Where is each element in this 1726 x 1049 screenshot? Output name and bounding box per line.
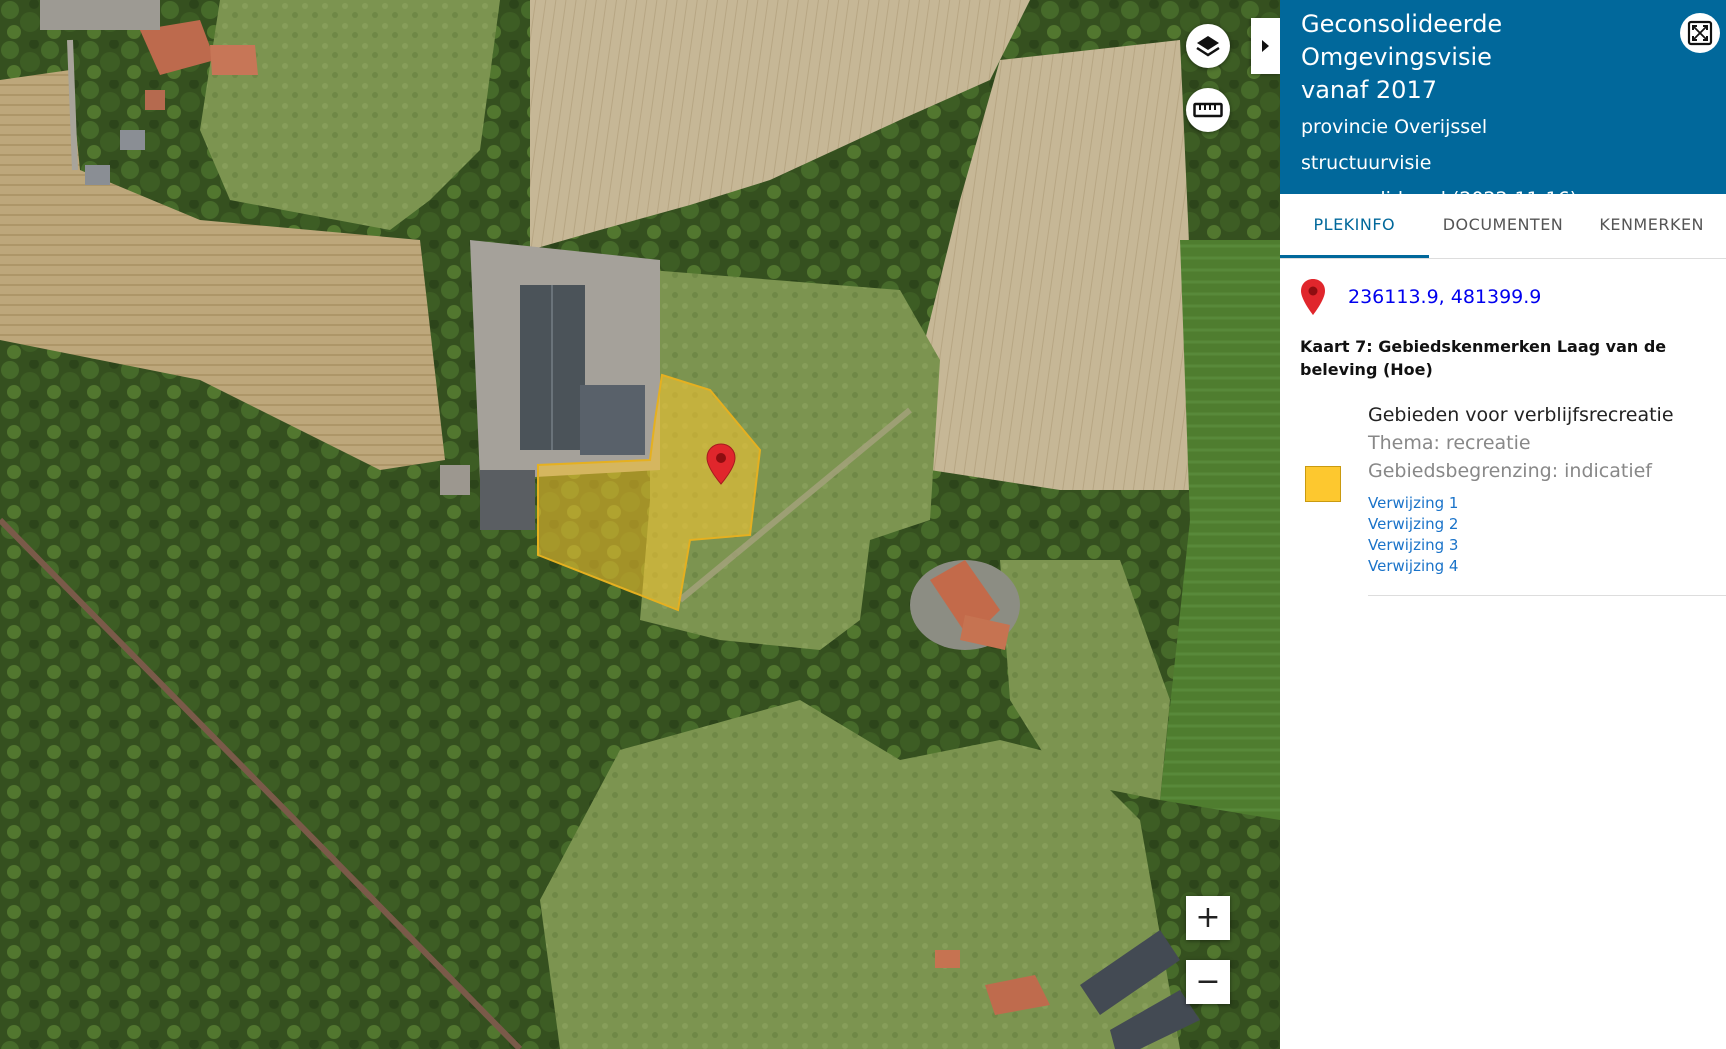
aerial-photo	[0, 0, 1280, 1049]
plan-title: Geconsolideerde Omgevingsvisie vanaf 201…	[1301, 8, 1666, 107]
reference-link-3[interactable]: Verwijzing 3	[1368, 535, 1726, 556]
fullscreen-button[interactable]	[1680, 13, 1720, 53]
panel-toggle-button[interactable]	[1251, 18, 1280, 74]
panel-header: Geconsolideerde Omgevingsvisie vanaf 201…	[1280, 0, 1726, 210]
caret-right-icon	[1262, 40, 1269, 52]
zoom-in-button[interactable]: +	[1186, 896, 1230, 940]
zoom-out-button[interactable]: −	[1186, 960, 1230, 1004]
reference-link-1[interactable]: Verwijzing 1	[1368, 493, 1726, 514]
location-marker-icon	[706, 443, 736, 485]
location-pin-icon	[1301, 279, 1325, 315]
legend-boundary: Gebiedsbegrenzing: indicatief	[1368, 460, 1652, 482]
fullscreen-icon	[1687, 20, 1713, 46]
legend-swatch	[1305, 466, 1341, 502]
ruler-icon	[1193, 102, 1223, 118]
coordinate-row: 236113.9, 481399.9	[1280, 259, 1726, 317]
measure-button[interactable]	[1186, 88, 1230, 132]
reference-link-2[interactable]: Verwijzing 2	[1368, 514, 1726, 535]
plan-province: provincie Overijssel	[1301, 116, 1488, 138]
reference-link-4[interactable]: Verwijzing 4	[1368, 556, 1726, 577]
legend-name: Gebieden voor verblijfsrecreatie	[1368, 404, 1674, 426]
layers-icon	[1196, 36, 1220, 57]
legend-divider	[1368, 595, 1726, 596]
map-view[interactable]: + −	[0, 0, 1280, 1049]
legend-item: Gebieden voor verblijfsrecreatie Thema: …	[1280, 381, 1726, 596]
info-panel: Geconsolideerde Omgevingsvisie vanaf 201…	[1280, 0, 1726, 1049]
plan-status: geconsolideerd (2022-11-16)	[1301, 188, 1578, 210]
plan-type: structuurvisie	[1301, 152, 1432, 174]
plan-title-line2: vanaf 2017	[1301, 76, 1437, 104]
reference-list: Verwijzing 1 Verwijzing 2 Verwijzing 3 V…	[1368, 493, 1726, 577]
legend-theme: Thema: recreatie	[1368, 432, 1531, 454]
coordinates-link[interactable]: 236113.9, 481399.9	[1348, 286, 1541, 308]
map-layer-title: Kaart 7: Gebiedskenmerken Laag van de be…	[1300, 337, 1667, 379]
plan-title-line1: Geconsolideerde Omgevingsvisie	[1301, 10, 1503, 71]
layers-button[interactable]	[1186, 24, 1230, 68]
app: + − Geconsolideerde Omgevingsvisie vanaf…	[0, 0, 1726, 1049]
